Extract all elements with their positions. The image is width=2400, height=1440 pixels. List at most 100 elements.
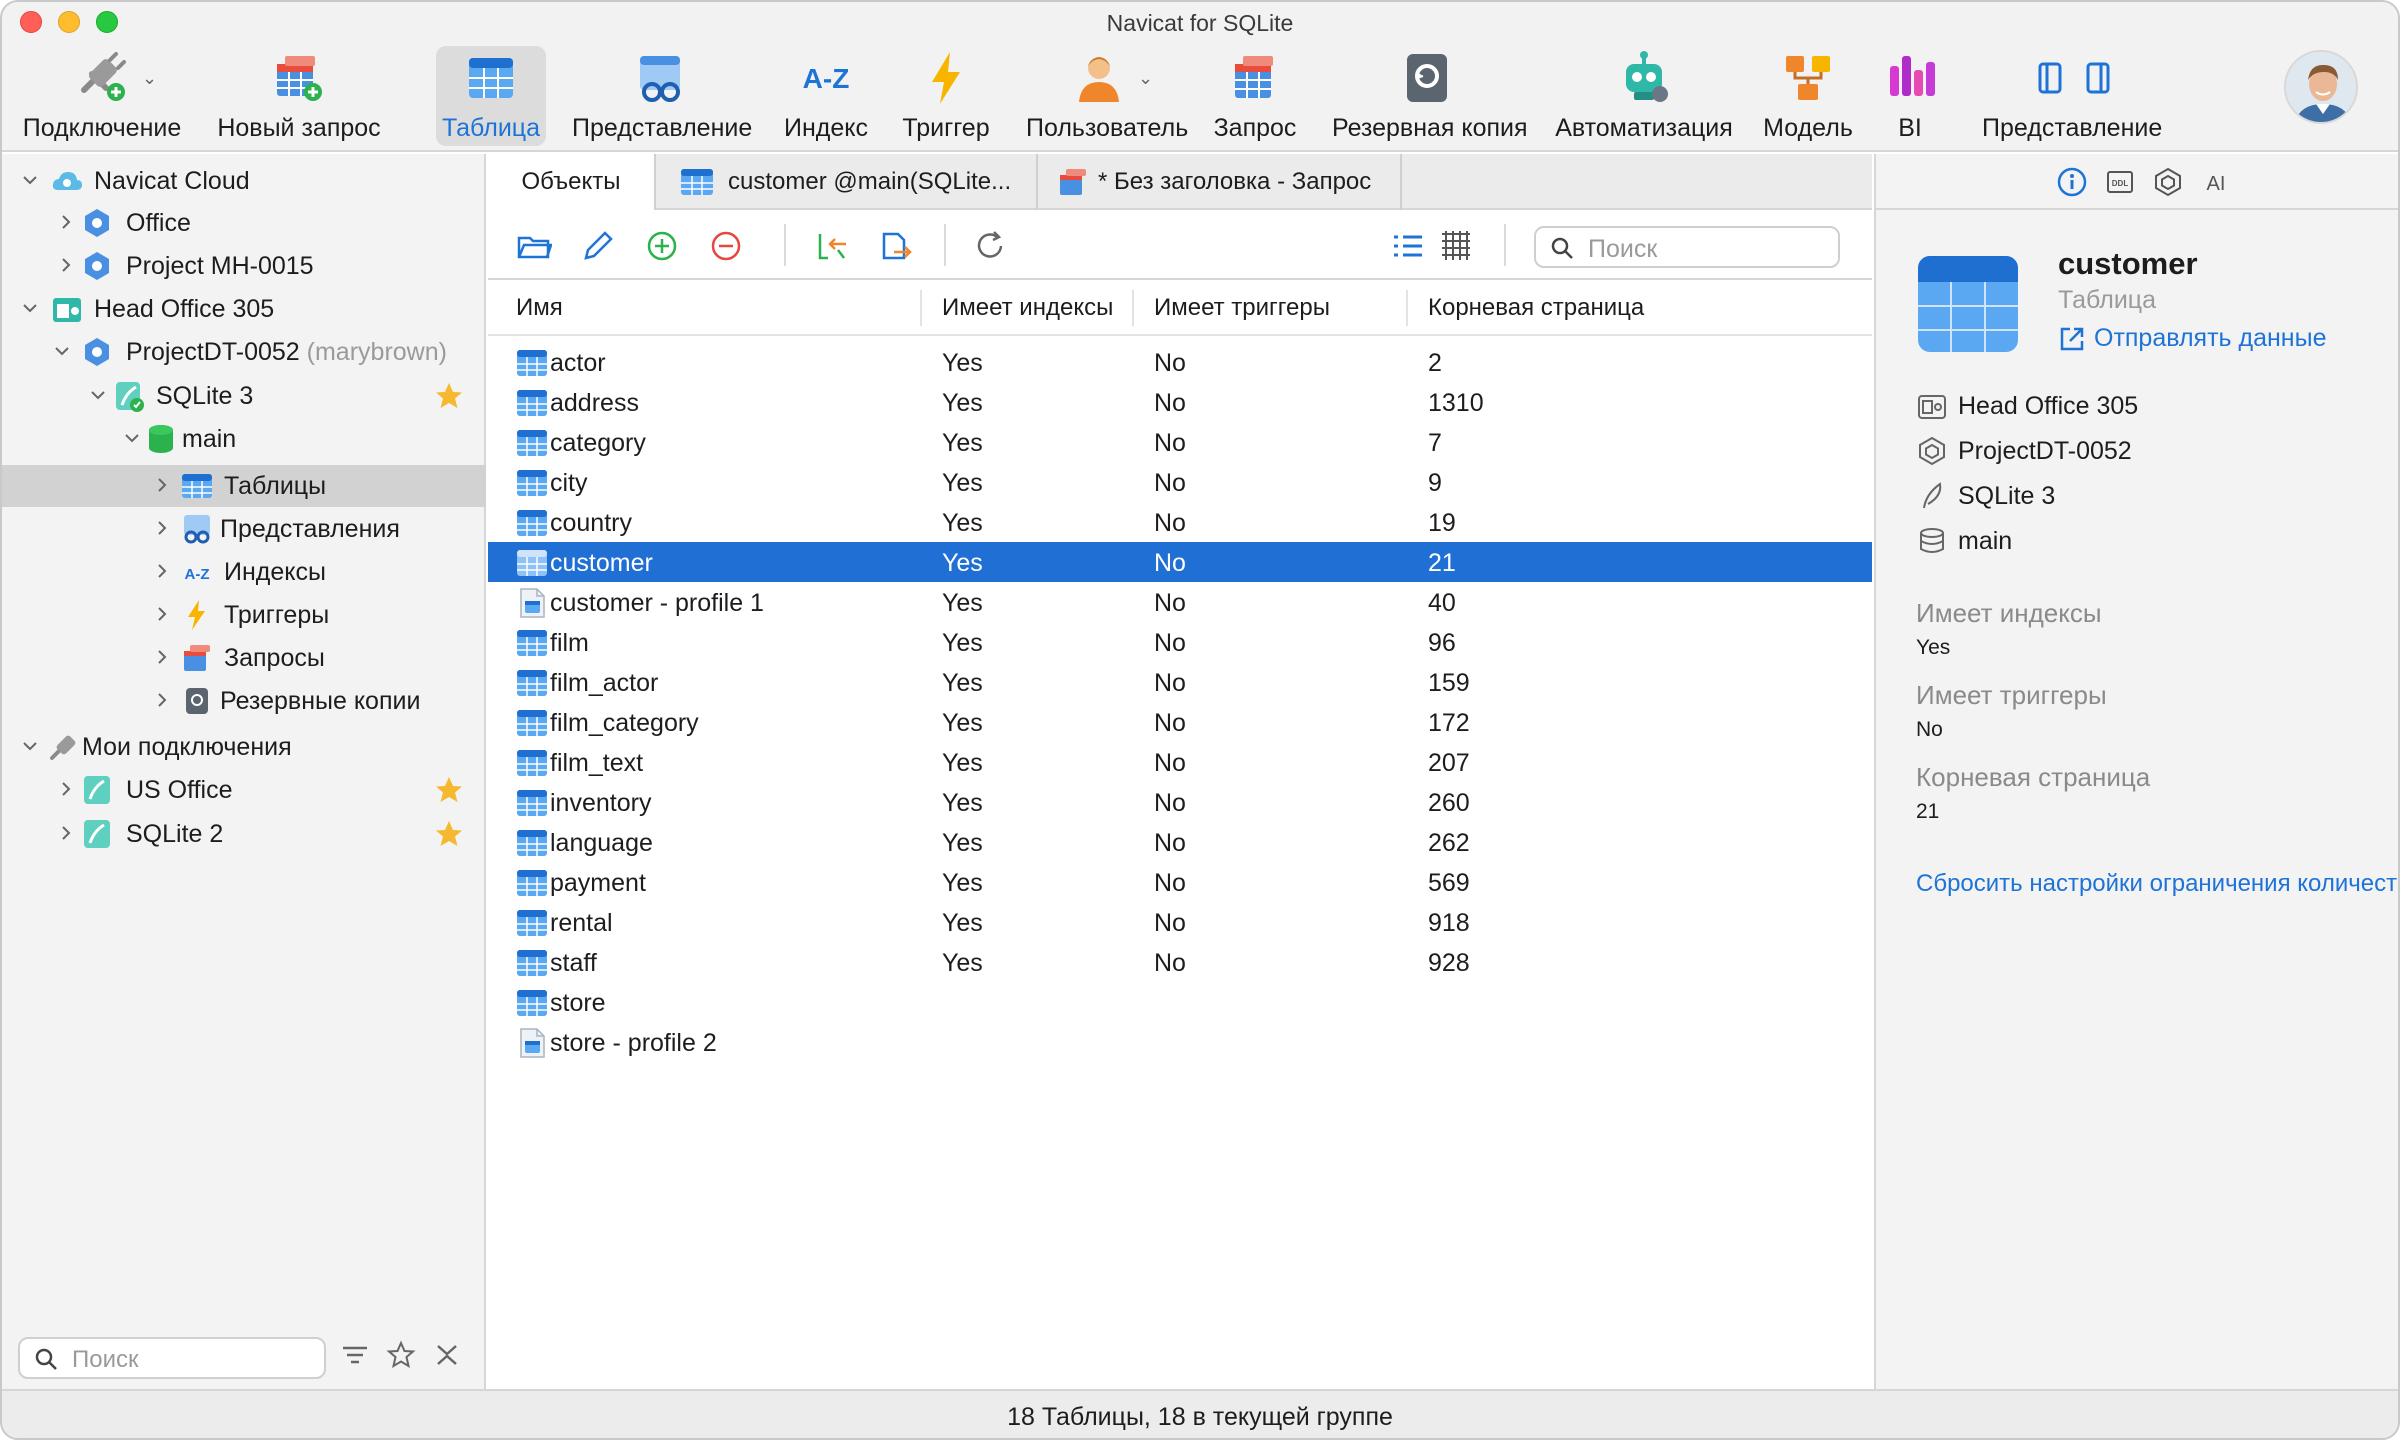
- tab-untitled-query[interactable]: * Без заголовка - Запрос: [1038, 154, 1402, 210]
- table-row[interactable]: country Yes No 19: [488, 502, 1872, 542]
- tab-customer-table[interactable]: customer @main(SQLite...: [656, 154, 1038, 210]
- table-row[interactable]: store: [488, 982, 1872, 1022]
- table-row[interactable]: payment Yes No 569: [488, 862, 1872, 902]
- dependencies-hexagon-icon[interactable]: [2152, 166, 2184, 198]
- table-row[interactable]: film Yes No 96: [488, 622, 1872, 662]
- favorite-star-icon[interactable]: [434, 381, 464, 411]
- tree-item-backups[interactable]: Резервные копии: [2, 680, 486, 722]
- cell-has-indexes: Yes: [942, 829, 983, 857]
- grid-view-icon[interactable]: [1438, 228, 1474, 264]
- layout-view-button[interactable]: Представление: [1982, 46, 2162, 146]
- column-header-root-page[interactable]: Корневая страница: [1428, 294, 1644, 322]
- cell-root-page: 9: [1428, 469, 1442, 497]
- table-row[interactable]: film_actor Yes No 159: [488, 662, 1872, 702]
- info-icon[interactable]: [2056, 166, 2088, 198]
- table-row[interactable]: inventory Yes No 260: [488, 782, 1872, 822]
- tree-item-views[interactable]: Представления: [2, 508, 486, 550]
- tree-item-us-office[interactable]: US Office: [2, 769, 486, 811]
- edit-pencil-icon[interactable]: [580, 228, 616, 264]
- table-row[interactable]: city Yes No 9: [488, 462, 1872, 502]
- backup-button[interactable]: Резервная копия: [1332, 46, 1528, 146]
- index-button[interactable]: A-Z Индекс: [778, 46, 874, 146]
- tree-item-main-schema[interactable]: main: [2, 418, 486, 460]
- open-folder-icon[interactable]: [516, 228, 552, 264]
- tree-item-office[interactable]: Office: [2, 202, 486, 244]
- reset-limit-link[interactable]: Сбросить настройки ограничения количеств…: [1916, 870, 2398, 898]
- connection-button[interactable]: ⌄ Подключение: [22, 46, 182, 146]
- favorite-star-icon[interactable]: [434, 775, 464, 805]
- table-row[interactable]: actor Yes No 2: [488, 342, 1872, 382]
- chevron-right-icon[interactable]: [154, 649, 170, 665]
- tree-item-project-mh[interactable]: Project MH-0015: [2, 245, 486, 287]
- table-row[interactable]: film_text Yes No 207: [488, 742, 1872, 782]
- view-button[interactable]: Представление: [572, 46, 752, 146]
- avatar-image: [2286, 52, 2356, 122]
- column-header-has-indexes[interactable]: Имеет индексы: [942, 294, 1113, 322]
- automation-button[interactable]: Автоматизация: [1554, 46, 1734, 146]
- objects-search-input[interactable]: Поиск: [1534, 226, 1840, 268]
- table-row[interactable]: customer - profile 1 Yes No 40: [488, 582, 1872, 622]
- table-row[interactable]: staff Yes No 928: [488, 942, 1872, 982]
- chevron-right-icon[interactable]: [154, 520, 170, 536]
- bi-button[interactable]: BI: [1874, 46, 1946, 146]
- table-row[interactable]: category Yes No 7: [488, 422, 1872, 462]
- chevron-right-icon[interactable]: [58, 257, 74, 273]
- export-icon[interactable]: [878, 228, 914, 264]
- table-row[interactable]: rental Yes No 918: [488, 902, 1872, 942]
- new-query-button[interactable]: Новый запрос: [214, 46, 384, 146]
- plug-icon: [81, 52, 126, 101]
- chevron-down-icon[interactable]: [124, 430, 140, 446]
- tree-item-tables[interactable]: Таблицы: [2, 465, 486, 507]
- chevron-right-icon[interactable]: [154, 692, 170, 708]
- table-row[interactable]: store - profile 2: [488, 1022, 1872, 1062]
- user-button[interactable]: ⌄ Пользователь: [1026, 46, 1188, 146]
- ai-assistant-icon[interactable]: AI: [2200, 166, 2232, 198]
- add-circle-icon[interactable]: [644, 228, 680, 264]
- trigger-button[interactable]: Триггер: [898, 46, 994, 146]
- chevron-right-icon[interactable]: [58, 214, 74, 230]
- chevron-right-icon[interactable]: [58, 781, 74, 797]
- table-row[interactable]: address Yes No 1310: [488, 382, 1872, 422]
- filter-icon[interactable]: [340, 1340, 370, 1370]
- chevron-down-icon[interactable]: [22, 172, 38, 188]
- tab-objects[interactable]: Объекты: [488, 154, 656, 210]
- chevron-down-icon[interactable]: [22, 738, 38, 754]
- tree-item-navicat-cloud[interactable]: Navicat Cloud: [2, 160, 486, 202]
- favorite-star-icon[interactable]: [434, 819, 464, 849]
- tree-item-indexes[interactable]: A-Z Индексы: [2, 551, 486, 593]
- table-icon: [517, 830, 547, 856]
- model-button[interactable]: Модель: [1756, 46, 1860, 146]
- chevron-right-icon[interactable]: [154, 563, 170, 579]
- tree-item-my-connections[interactable]: Мои подключения: [2, 726, 486, 768]
- send-data-link[interactable]: Отправлять данные: [2058, 324, 2326, 353]
- favorites-star-outline-icon[interactable]: [386, 1340, 416, 1370]
- tree-item-sqlite2[interactable]: SQLite 2: [2, 813, 486, 855]
- column-header-name[interactable]: Имя: [516, 294, 563, 322]
- ddl-icon[interactable]: DDL: [2104, 166, 2136, 198]
- table-button[interactable]: Таблица: [436, 46, 546, 146]
- table-row[interactable]: customer Yes No 21: [488, 542, 1872, 582]
- table-row[interactable]: language Yes No 262: [488, 822, 1872, 862]
- chevron-down-icon[interactable]: [22, 300, 38, 316]
- collapse-all-icon[interactable]: [432, 1340, 462, 1370]
- import-icon[interactable]: [814, 228, 850, 264]
- user-avatar[interactable]: [2284, 50, 2358, 124]
- chevron-right-icon[interactable]: [58, 825, 74, 841]
- chevron-right-icon[interactable]: [154, 477, 170, 493]
- tree-item-sqlite3[interactable]: SQLite 3: [2, 375, 486, 417]
- tree-item-project-dt[interactable]: ProjectDT-0052 (marybrown): [2, 331, 486, 373]
- chevron-down-icon[interactable]: [54, 343, 70, 359]
- table-row[interactable]: film_category Yes No 172: [488, 702, 1872, 742]
- delete-circle-icon[interactable]: [708, 228, 744, 264]
- sidebar-search-input[interactable]: Поиск: [18, 1337, 326, 1379]
- list-view-icon[interactable]: [1390, 228, 1426, 264]
- refresh-icon[interactable]: [972, 228, 1008, 264]
- tree-item-queries[interactable]: Запросы: [2, 637, 486, 679]
- cell-has-indexes: Yes: [942, 629, 983, 657]
- column-header-has-triggers[interactable]: Имеет триггеры: [1154, 294, 1330, 322]
- query-button[interactable]: Запрос: [1208, 46, 1302, 146]
- chevron-down-icon[interactable]: [90, 387, 106, 403]
- tree-item-head-office[interactable]: Head Office 305: [2, 288, 486, 330]
- chevron-right-icon[interactable]: [154, 606, 170, 622]
- tree-item-triggers[interactable]: Триггеры: [2, 594, 486, 636]
